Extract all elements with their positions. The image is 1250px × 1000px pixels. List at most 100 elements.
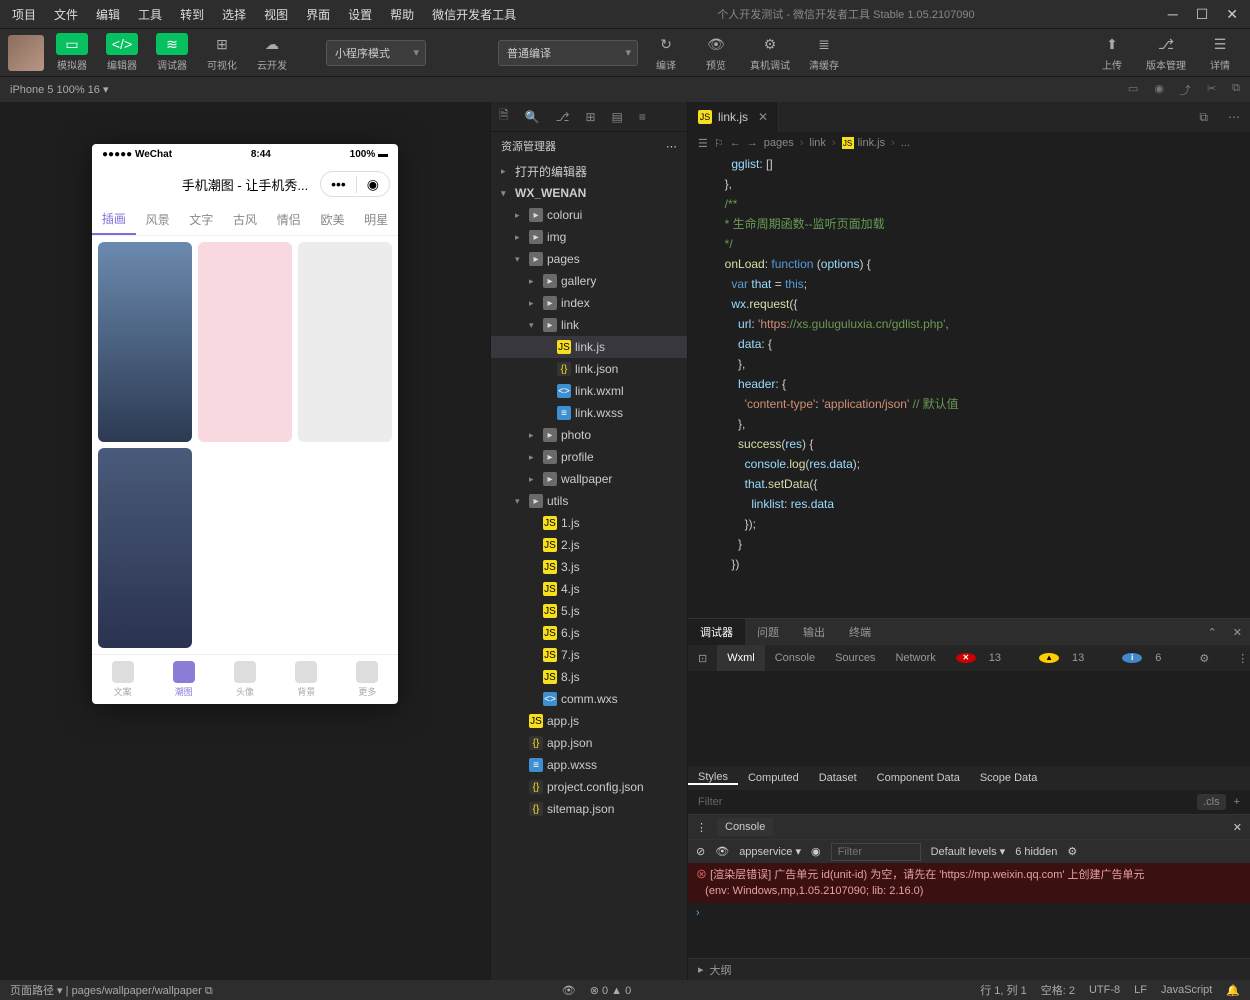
- realdebug-button[interactable]: ⚙真机调试: [744, 31, 796, 74]
- tabbar-item[interactable]: 潮图: [153, 655, 214, 704]
- console-filter-input[interactable]: [831, 843, 921, 861]
- db-icon[interactable]: ≡: [639, 110, 646, 124]
- maximize-icon[interactable]: ☐: [1196, 6, 1209, 23]
- tabbar-item[interactable]: 文案: [92, 655, 153, 704]
- phone-tab[interactable]: 情侣: [267, 204, 311, 235]
- hidden-count[interactable]: 6 hidden: [1015, 846, 1057, 858]
- phone-icon[interactable]: ▭: [1128, 82, 1138, 98]
- wallpaper-tile[interactable]: [298, 448, 392, 648]
- network-tab[interactable]: Network: [885, 645, 945, 671]
- phone-tab[interactable]: 欧美: [311, 204, 355, 235]
- flag-icon[interactable]: ⚐: [714, 137, 724, 150]
- wallpaper-tile[interactable]: [198, 242, 292, 442]
- extension-icon[interactable]: ⊞: [585, 110, 595, 124]
- console-settings-icon[interactable]: ⚙: [1067, 845, 1077, 858]
- menu-转到[interactable]: 转到: [172, 2, 212, 27]
- back-icon[interactable]: ←: [730, 137, 741, 149]
- compile-button[interactable]: ↻编译: [644, 31, 688, 74]
- indent-setting[interactable]: 空格: 2: [1041, 982, 1075, 998]
- phone-tab[interactable]: 文字: [179, 204, 223, 235]
- tree-item-img[interactable]: ▸▸img: [491, 226, 687, 248]
- visual-button[interactable]: ⊞可视化: [200, 31, 244, 74]
- minimize-icon[interactable]: ─: [1168, 6, 1178, 23]
- tree-item-link.json[interactable]: {}link.json: [491, 358, 687, 380]
- capsule-button[interactable]: •••◉: [320, 171, 390, 197]
- language-mode[interactable]: JavaScript: [1161, 984, 1212, 996]
- dbg-tab[interactable]: 终端: [837, 619, 883, 645]
- tree-item-app.js[interactable]: JSapp.js: [491, 710, 687, 732]
- tree-item-project.config.json[interactable]: {}project.config.json: [491, 776, 687, 798]
- menu-工具[interactable]: 工具: [130, 2, 170, 27]
- more-icon[interactable]: ⋮: [1227, 652, 1250, 665]
- menu-设置[interactable]: 设置: [340, 2, 380, 27]
- eol[interactable]: LF: [1134, 984, 1147, 996]
- levels-dropdown[interactable]: Default levels ▾: [931, 845, 1006, 858]
- close-icon[interactable]: ✕: [1226, 6, 1238, 23]
- tree-item-utils[interactable]: ▾▸utils: [491, 490, 687, 512]
- menu-界面[interactable]: 界面: [298, 2, 338, 27]
- tree-item-7.js[interactable]: JS7.js: [491, 644, 687, 666]
- menu-微信开发者工具[interactable]: 微信开发者工具: [424, 2, 524, 27]
- console-drawer-tab[interactable]: Console: [717, 818, 773, 836]
- phone-tab[interactable]: 古风: [223, 204, 267, 235]
- tree-item-link.js[interactable]: JSlink.js: [491, 336, 687, 358]
- hide-console-icon[interactable]: ⋮: [696, 821, 707, 834]
- files-icon[interactable]: 🗎: [499, 106, 509, 127]
- clear-console-icon[interactable]: ⊘: [696, 845, 705, 858]
- styles-tab[interactable]: Computed: [738, 772, 809, 784]
- dbg-tab[interactable]: 问题: [745, 619, 791, 645]
- wallpaper-tile[interactable]: [98, 448, 192, 648]
- wallpaper-tile[interactable]: [298, 242, 392, 442]
- console-tab[interactable]: Console: [765, 645, 825, 671]
- encoding[interactable]: UTF-8: [1089, 984, 1120, 996]
- context-dropdown[interactable]: appservice ▾: [739, 845, 801, 858]
- styles-tab[interactable]: Styles: [688, 771, 738, 785]
- console-prompt[interactable]: ›: [688, 903, 1250, 923]
- visibility-icon[interactable]: 👁: [562, 984, 576, 997]
- dbg-tab[interactable]: 调试器: [688, 619, 745, 645]
- close-debugger-icon[interactable]: ✕: [1225, 619, 1250, 645]
- tree-item-link[interactable]: ▾▸link: [491, 314, 687, 336]
- settings-icon[interactable]: ⚙: [1189, 652, 1219, 665]
- styles-tab[interactable]: Component Data: [867, 772, 970, 784]
- phone-tab[interactable]: 明星: [354, 204, 398, 235]
- share-icon[interactable]: ⤴: [1180, 82, 1191, 98]
- tabbar-item[interactable]: 背景: [276, 655, 337, 704]
- close-tab-icon[interactable]: ✕: [758, 110, 768, 124]
- tree-item-2.js[interactable]: JS2.js: [491, 534, 687, 556]
- version-button[interactable]: ⎇版本管理: [1140, 31, 1192, 74]
- cloud-button[interactable]: ☁云开发: [250, 31, 294, 74]
- tree-item-4.js[interactable]: JS4.js: [491, 578, 687, 600]
- avatar[interactable]: [8, 35, 44, 71]
- menu-文件[interactable]: 文件: [46, 2, 86, 27]
- debugger-button[interactable]: ≋调试器: [150, 31, 194, 74]
- tree-item-index[interactable]: ▸▸index: [491, 292, 687, 314]
- branch-icon[interactable]: ⎇: [556, 110, 570, 124]
- styles-tab[interactable]: Dataset: [809, 772, 867, 784]
- tree-item-link.wxss[interactable]: ≡link.wxss: [491, 402, 687, 424]
- editor-button[interactable]: </>编辑器: [100, 31, 144, 74]
- menu-项目[interactable]: 项目: [4, 2, 44, 27]
- outline-bar[interactable]: ▸大纲: [688, 958, 1250, 980]
- tree-item-8.js[interactable]: JS8.js: [491, 666, 687, 688]
- phone-tab[interactable]: 风景: [136, 204, 180, 235]
- record-icon[interactable]: ◉: [1154, 82, 1164, 98]
- eye-icon[interactable]: 👁: [715, 845, 729, 858]
- menu-帮助[interactable]: 帮助: [382, 2, 422, 27]
- more-icon[interactable]: ⋯: [1218, 110, 1250, 124]
- more-icon[interactable]: ⋯: [666, 140, 677, 153]
- page-path[interactable]: 页面路径 ▾ | pages/wallpaper/wallpaper ⧉: [10, 982, 213, 998]
- tree-item-wallpaper[interactable]: ▸▸wallpaper: [491, 468, 687, 490]
- wallpaper-tile[interactable]: [198, 448, 292, 648]
- project-root[interactable]: ▾WX_WENAN: [491, 182, 687, 204]
- wxml-tab[interactable]: Wxml: [717, 645, 765, 671]
- bookmark-icon[interactable]: ☰: [698, 137, 708, 150]
- wallpaper-tile[interactable]: [98, 242, 192, 442]
- sources-tab[interactable]: Sources: [825, 645, 885, 671]
- notification-icon[interactable]: 🔔: [1226, 984, 1240, 997]
- mode-dropdown[interactable]: 小程序模式: [326, 40, 426, 66]
- tree-item-3.js[interactable]: JS3.js: [491, 556, 687, 578]
- tabbar-item[interactable]: 头像: [214, 655, 275, 704]
- upload-button[interactable]: ⬆上传: [1090, 31, 1134, 74]
- tree-item-app.wxss[interactable]: ≡app.wxss: [491, 754, 687, 776]
